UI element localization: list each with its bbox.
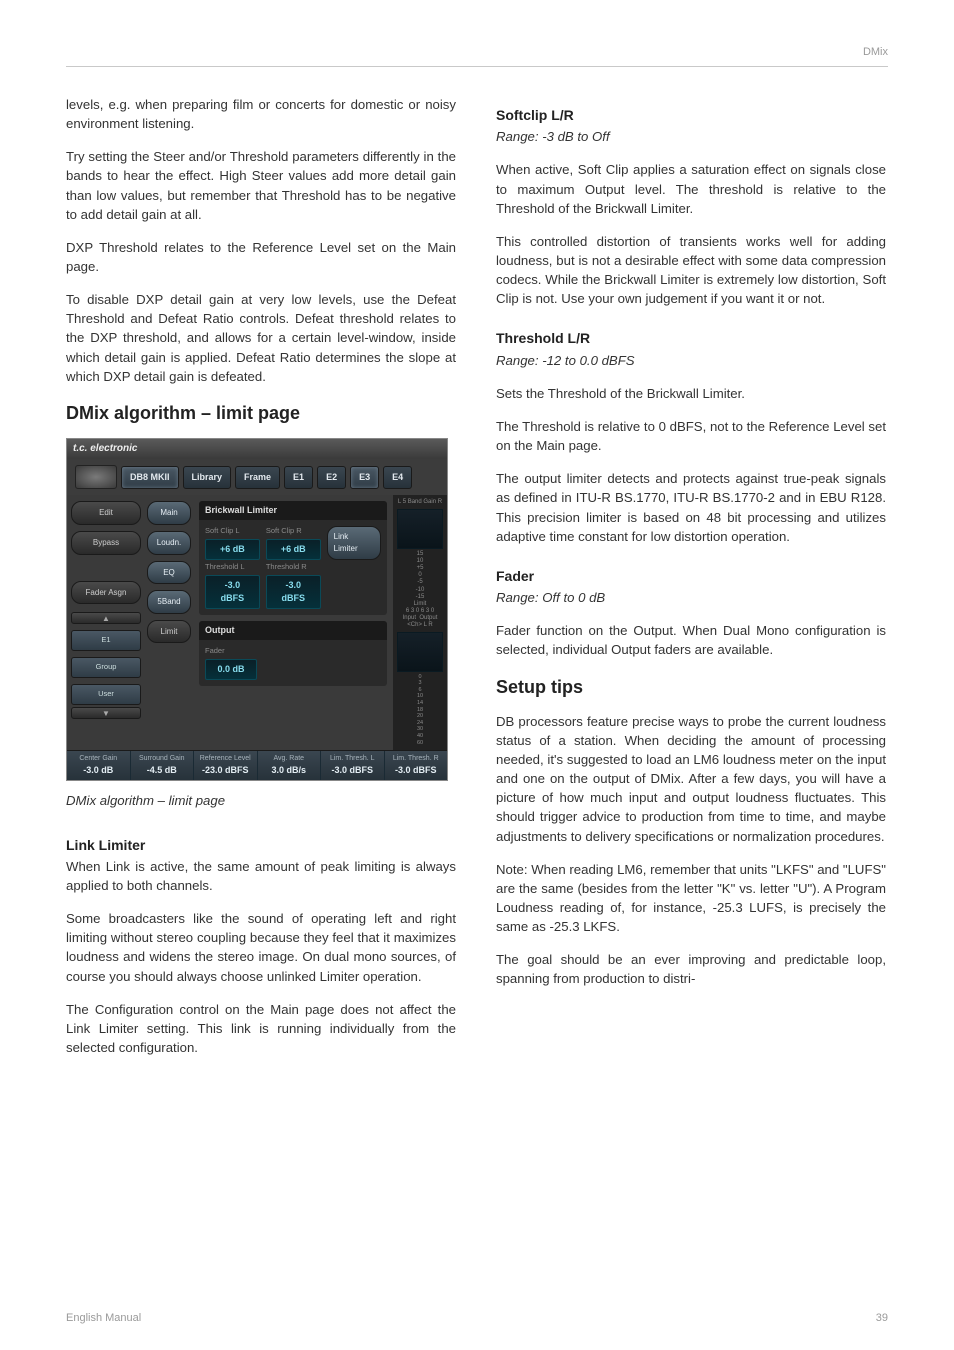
side-edit[interactable]: Edit	[71, 501, 141, 525]
panel-brickwall-title: Brickwall Limiter	[199, 501, 387, 520]
para: Some broadcasters like the sound of oper…	[66, 909, 456, 986]
meter-io	[397, 632, 443, 672]
app-screenshot: t.c. electronic DB8 MKII Library Frame E…	[66, 438, 448, 781]
range-threshold: Range: -12 to 0.0 dBFS	[496, 351, 886, 370]
meter-output-label: Output	[419, 615, 437, 621]
side-main[interactable]: Main	[147, 501, 191, 525]
para: Note: When reading LM6, remember that un…	[496, 860, 886, 937]
app-titlebar: t.c. electronic	[67, 439, 447, 460]
status-lim-thresh-l-label: Lim. Thresh. L	[325, 754, 380, 764]
status-surround-gain-label: Surround Gain	[135, 754, 190, 764]
left-column: levels, e.g. when preparing film or conc…	[66, 95, 456, 1071]
arrow-down-icon[interactable]: ▼	[71, 707, 141, 719]
tab-e1[interactable]: E1	[284, 466, 313, 489]
status-reference-level-label: Reference Level	[198, 754, 253, 764]
group-user[interactable]: User	[71, 684, 141, 705]
app-logo	[75, 465, 117, 489]
para: The goal should be an ever improving and…	[496, 950, 886, 988]
subheading-link-limiter: Link Limiter	[66, 835, 456, 855]
para: This controlled distortion of transients…	[496, 232, 886, 309]
para: To disable DXP detail gain at very low l…	[66, 290, 456, 386]
softclip-r-value[interactable]: +6 dB	[266, 539, 321, 560]
softclip-l-label: Soft Clip L	[205, 526, 260, 537]
arrow-up-icon[interactable]: ▲	[71, 612, 141, 624]
para: DB processors feature precise ways to pr…	[496, 712, 886, 846]
meter-scale-2: 6 3 0 6 3 0	[395, 608, 445, 615]
breadcrumb: DMix	[863, 46, 888, 58]
side-eq[interactable]: EQ	[147, 561, 191, 585]
subheading-softclip: Softclip L/R	[496, 105, 886, 125]
meter-scale-1: 15 10 +5 0 -5 -10 -15	[395, 551, 445, 601]
threshold-r-label: Threshold R	[266, 562, 321, 573]
tab-e2[interactable]: E2	[317, 466, 346, 489]
figure-caption: DMix algorithm – limit page	[66, 791, 456, 810]
status-lim-thresh-l-value: -3.0 dBFS	[325, 764, 380, 777]
status-bar: Center Gain-3.0 dB Surround Gain-4.5 dB …	[67, 750, 447, 780]
para: Fader function on the Output. When Dual …	[496, 621, 886, 659]
range-softclip: Range: -3 dB to Off	[496, 127, 886, 146]
status-lim-thresh-r-label: Lim. Thresh. R	[389, 754, 444, 764]
status-surround-gain-value: -4.5 dB	[135, 764, 190, 777]
tab-e3[interactable]: E3	[350, 466, 379, 489]
side-loudn[interactable]: Loudn.	[147, 531, 191, 555]
top-rule	[66, 66, 888, 67]
status-avg-rate-label: Avg. Rate	[262, 754, 317, 764]
tab-library[interactable]: Library	[183, 466, 232, 489]
panel-output-title: Output	[199, 621, 387, 640]
meter-header: L 5 Band Gain R	[395, 499, 445, 506]
meter-input-label: Input	[403, 615, 416, 621]
range-fader: Range: Off to 0 dB	[496, 588, 886, 607]
para: When Link is active, the same amount of …	[66, 857, 456, 895]
status-lim-thresh-r-value: -3.0 dBFS	[389, 764, 444, 777]
tab-db8[interactable]: DB8 MKII	[121, 466, 179, 489]
fader-label: Fader	[205, 646, 257, 657]
tab-frame[interactable]: Frame	[235, 466, 280, 489]
meter-5band	[397, 509, 443, 549]
link-limiter-button[interactable]: Link Limiter	[327, 526, 381, 559]
side-fader-asgn[interactable]: Fader Asgn	[71, 581, 141, 605]
softclip-r-label: Soft Clip R	[266, 526, 321, 537]
threshold-r-value[interactable]: -3.0 dBFS	[266, 575, 321, 609]
side-5band[interactable]: 5Band	[147, 590, 191, 614]
para: Sets the Threshold of the Brickwall Limi…	[496, 384, 886, 403]
footer-page-number: 39	[876, 1312, 888, 1324]
para: When active, Soft Clip applies a saturat…	[496, 160, 886, 217]
group-e1[interactable]: E1	[71, 630, 141, 651]
side-bypass[interactable]: Bypass	[71, 531, 141, 555]
right-column: Softclip L/R Range: -3 dB to Off When ac…	[496, 95, 886, 1071]
subheading-threshold: Threshold L/R	[496, 328, 886, 348]
para: DXP Threshold relates to the Reference L…	[66, 238, 456, 276]
status-avg-rate-value: 3.0 dB/s	[262, 764, 317, 777]
meter-panel: L 5 Band Gain R 15 10 +5 0 -5 -10 -15 Li…	[393, 495, 447, 750]
subheading-fader: Fader	[496, 566, 886, 586]
para: The Threshold is relative to 0 dBFS, not…	[496, 417, 886, 455]
threshold-l-value[interactable]: -3.0 dBFS	[205, 575, 260, 609]
meter-scale-3: 0 3 6 10 14 18 20 24 30 40 60	[395, 674, 445, 747]
softclip-l-value[interactable]: +6 dB	[205, 539, 260, 560]
status-center-gain-label: Center Gain	[71, 754, 126, 764]
para: The output limiter detects and protects …	[496, 469, 886, 546]
threshold-l-label: Threshold L	[205, 562, 260, 573]
footer-left: English Manual	[66, 1312, 141, 1324]
section-heading: DMix algorithm – limit page	[66, 400, 456, 426]
side-limit[interactable]: Limit	[147, 620, 191, 644]
tab-e4[interactable]: E4	[383, 466, 412, 489]
group-group[interactable]: Group	[71, 657, 141, 678]
para: levels, e.g. when preparing film or conc…	[66, 95, 456, 133]
status-center-gain-value: -3.0 dB	[71, 764, 126, 777]
meter-limit-label: Limit	[395, 601, 445, 608]
para: The Configuration control on the Main pa…	[66, 1000, 456, 1057]
meter-lr-label: <Ch> L R	[395, 622, 445, 629]
fader-value[interactable]: 0.0 dB	[205, 659, 257, 680]
section-heading-setup: Setup tips	[496, 674, 886, 700]
status-reference-level-value: -23.0 dBFS	[198, 764, 253, 777]
para: Try setting the Steer and/or Threshold p…	[66, 147, 456, 224]
